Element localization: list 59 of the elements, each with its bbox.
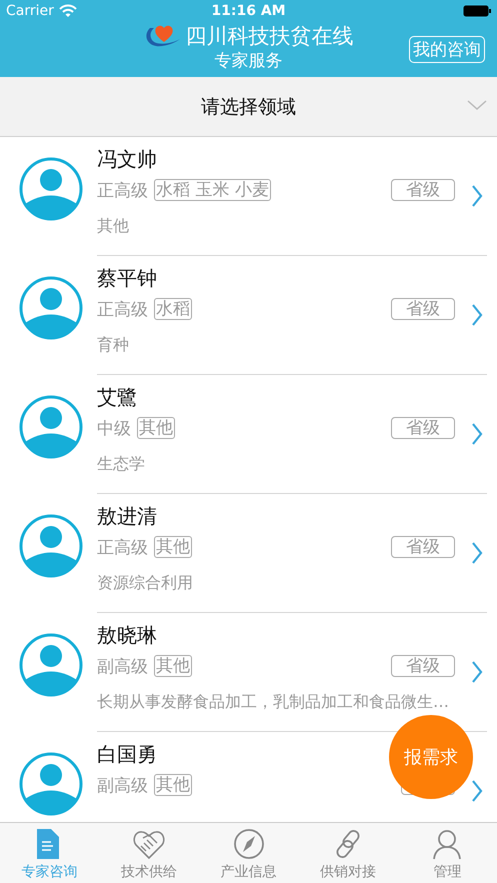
expert-name: 艾鷺 [97,384,137,410]
expert-name: 蔡平钟 [97,265,157,291]
expert-rank: 正高级 [97,298,148,320]
expert-specialty: 育种 [97,335,129,356]
level-tag: 省级 [391,536,455,558]
my-consultations-button[interactable]: 我的咨询 [409,36,485,63]
field-tag: 其他 [154,536,192,558]
battery-icon [463,5,491,17]
chevron-right-icon[interactable] [471,660,483,684]
tab-item[interactable]: 专家咨询 [0,823,100,883]
expert-rank: 副高级 [97,774,148,796]
field-tag: 水稻 玉米 小麦 [154,179,271,201]
app-title: 四川科技扶贫在线 [186,23,354,49]
field-tag: 其他 [154,655,192,677]
tab-item[interactable]: 管理 [398,823,497,883]
expert-name: 敖进清 [97,503,157,529]
level-tag: 省级 [391,655,455,677]
avatar-icon [20,276,82,340]
domain-select[interactable]: 请选择领域 [201,94,296,120]
expert-name: 敖晓琳 [97,622,157,648]
chevron-right-icon[interactable] [471,184,483,208]
avatar-icon [20,752,82,816]
heart-handshake-icon [133,828,166,860]
expert-rank: 正高级 [97,536,148,558]
expert-specialty: 资源综合利用 [97,573,193,594]
expert-name: 白国勇 [97,741,157,767]
chevron-right-icon[interactable] [471,779,483,803]
compass-icon [232,828,265,860]
avatar-icon [20,396,82,458]
chevron-down-icon[interactable] [467,100,487,111]
clock-time: 11:16 AM [211,3,286,19]
expert-specialty: 长期从事发酵食品加工，乳制品加工和食品微生… [97,692,449,713]
level-tag: 省级 [391,417,455,439]
page-subtitle: 专家服务 [214,50,282,72]
person-icon [431,828,464,860]
carrier-name: Carrier [6,3,54,19]
avatar-icon [20,514,82,578]
wifi-icon [58,4,77,18]
chevron-right-icon[interactable] [471,422,483,446]
expert-name: 冯文帅 [97,146,157,172]
tab-item[interactable]: 技术供给 [99,823,199,883]
field-tag: 其他 [154,774,192,796]
field-tag: 水稻 [154,298,192,320]
expert-specialty: 生态学 [97,454,145,475]
expert-rank: 中级 [97,418,131,440]
expert-specialty: 其他 [97,216,129,237]
avatar-icon [20,158,82,220]
logo-icon [146,26,180,46]
chevron-right-icon[interactable] [471,303,483,327]
expert-rank: 正高级 [97,180,148,202]
tab-item[interactable]: 供销对接 [298,823,398,883]
field-tag: 其他 [137,417,175,439]
level-tag: 省级 [391,298,455,320]
avatar-icon [20,634,82,696]
tab-item[interactable]: 产业信息 [198,823,298,883]
level-tag: 省级 [391,179,455,201]
submit-request-button[interactable]: 报需求 [389,715,473,799]
chevron-right-icon[interactable] [471,541,483,565]
expert-rank: 副高级 [97,656,148,678]
